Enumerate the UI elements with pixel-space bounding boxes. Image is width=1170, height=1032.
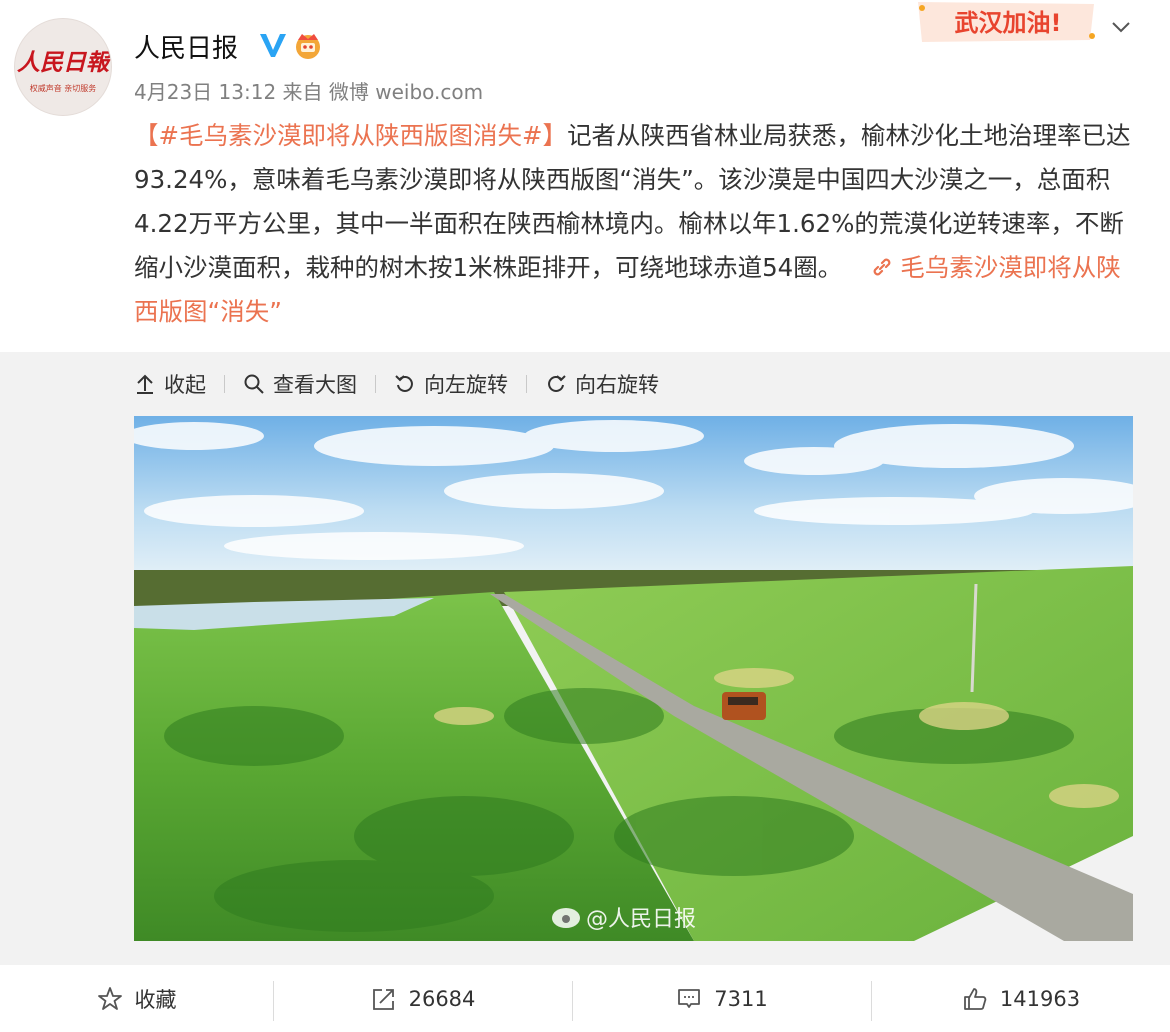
avatar-logo-text: 人民日報 <box>17 49 109 76</box>
post-header: 人民日報 权威声音 亲切服务 人民日报 4月23日 13:12 来自 微博 we… <box>0 0 1170 352</box>
verified-icon <box>260 34 286 57</box>
rotate-left-label: 向左旋转 <box>424 373 508 397</box>
post-timestamp[interactable]: 4月23日 13:12 <box>134 80 276 104</box>
post-meta: 4月23日 13:12 来自 微博 weibo.com <box>134 76 483 105</box>
rotate-right-label: 向右旋转 <box>575 373 659 397</box>
post-source: 来自 微博 weibo.com <box>282 80 484 104</box>
repost-count: 26684 <box>408 986 476 1011</box>
like-count: 141963 <box>999 986 1081 1011</box>
crown-icon <box>296 34 320 59</box>
thumbs-up-icon <box>964 987 987 1010</box>
comment-button[interactable]: 7311 <box>573 965 871 1032</box>
hashtag-link[interactable]: 【#毛乌素沙漠即将从陕西版图消失#】 <box>134 121 567 150</box>
collapse-label: 收起 <box>164 373 206 397</box>
avatar-logo-subtext: 权威声音 亲切服务 <box>29 84 97 93</box>
toolbar-divider <box>224 375 225 393</box>
vehicle-window <box>728 697 758 705</box>
search-icon <box>244 374 264 394</box>
link-icon <box>873 258 891 276</box>
view-large-button[interactable]: 查看大图 <box>243 369 357 399</box>
chevron-down-icon[interactable] <box>1108 14 1134 40</box>
like-button[interactable]: 141963 <box>872 965 1170 1032</box>
favorite-button[interactable]: 收藏 <box>0 965 273 1032</box>
toolbar-divider <box>375 375 376 393</box>
rotate-right-icon <box>548 375 566 392</box>
wuhan-badge-text: 武汉加油! <box>955 9 1062 37</box>
collapse-button[interactable]: 收起 <box>134 369 206 399</box>
favorite-label: 收藏 <box>134 987 177 1012</box>
toolbar-divider <box>526 375 527 393</box>
comment-count: 7311 <box>714 986 768 1011</box>
rotate-right-button[interactable]: 向右旋转 <box>545 369 659 399</box>
media-toolbar: 收起 查看大图 向左旋转 向右旋转 <box>134 366 659 402</box>
vehicle <box>722 692 766 720</box>
share-icon <box>372 988 394 1010</box>
weibo-logo-icon <box>552 908 580 928</box>
repost-button[interactable]: 26684 <box>274 965 572 1032</box>
view-large-label: 查看大图 <box>273 373 357 397</box>
star-icon <box>97 986 122 1010</box>
action-bar: 收藏 26684 7311 141963 <box>0 965 1170 1032</box>
image-watermark: @人民日报 <box>586 907 696 932</box>
rotate-left-button[interactable]: 向左旋转 <box>394 369 508 399</box>
account-name[interactable]: 人民日报 <box>134 28 238 65</box>
avatar[interactable]: 人民日報 权威声音 亲切服务 <box>14 18 112 116</box>
wuhan-badge: 武汉加油! <box>918 2 1095 42</box>
post-photo[interactable]: @人民日报 <box>134 416 1133 941</box>
comment-icon <box>678 988 701 1008</box>
collapse-icon <box>137 374 153 394</box>
post-text: 【#毛乌素沙漠即将从陕西版图消失#】记者从陕西省林业局获悉，榆林沙化土地治理率已… <box>134 114 1134 334</box>
rotate-left-icon <box>395 375 413 392</box>
